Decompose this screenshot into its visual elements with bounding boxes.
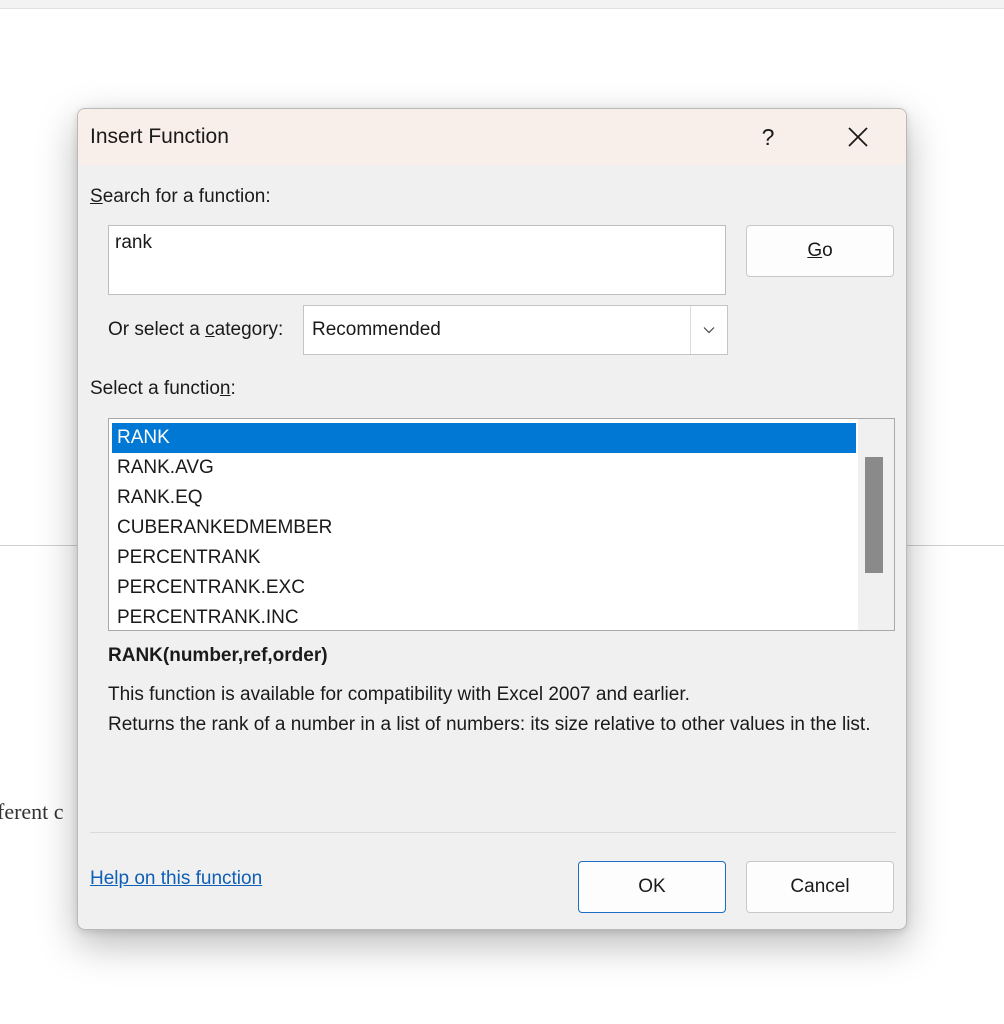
function-list-item-rank[interactable]: RANK — [112, 423, 856, 453]
function-description: This function is available for compatibi… — [108, 680, 888, 740]
close-button[interactable] — [828, 117, 888, 157]
dialog-title: Insert Function — [90, 125, 229, 148]
category-label: Or select a category: — [108, 319, 284, 340]
function-list-label: Select a function: — [90, 378, 236, 399]
function-list-scrollbar[interactable] — [858, 419, 894, 630]
search-field[interactable] — [108, 225, 726, 295]
help-button[interactable]: ? — [738, 117, 798, 157]
dialog-titlebar: Insert Function ? — [78, 109, 906, 165]
page: ferent c Insert Function ? Search for a … — [0, 0, 1004, 1024]
footer-divider — [90, 832, 896, 833]
category-dropdown-button[interactable] — [690, 306, 727, 354]
function-signature: RANK(number,ref,order) — [108, 645, 328, 666]
help-on-function-link[interactable]: Help on this function — [90, 868, 262, 890]
background-toolbar — [0, 0, 1004, 9]
ok-button[interactable]: OK — [578, 861, 726, 913]
scrollbar-thumb[interactable] — [865, 457, 883, 573]
search-input[interactable] — [115, 232, 715, 254]
go-button[interactable]: Go — [746, 225, 894, 277]
search-label: Search for a function: — [90, 186, 271, 207]
function-list-item-percentrank-inc[interactable]: PERCENTRANK.INC — [112, 603, 856, 630]
chevron-down-icon — [703, 327, 715, 334]
category-select[interactable]: Recommended — [303, 305, 728, 355]
function-list-item-rank-eq[interactable]: RANK.EQ — [112, 483, 856, 513]
cancel-button[interactable]: Cancel — [746, 861, 894, 913]
function-list-item-rank-avg[interactable]: RANK.AVG — [112, 453, 856, 483]
function-listbox[interactable]: RANK RANK.AVG RANK.EQ CUBERANKEDMEMBER P… — [108, 418, 895, 631]
description-compatibility-note: This function is available for compatibi… — [108, 684, 690, 705]
close-icon — [848, 127, 868, 147]
insert-function-dialog: Insert Function ? Search for a function:… — [77, 108, 907, 930]
function-list-item-percentrank-exc[interactable]: PERCENTRANK.EXC — [112, 573, 856, 603]
background-document-text: ferent c — [0, 799, 64, 824]
function-list-item-cuberankedmember[interactable]: CUBERANKEDMEMBER — [112, 513, 856, 543]
category-value: Recommended — [312, 319, 441, 340]
description-text: Returns the rank of a number in a list o… — [108, 714, 871, 735]
function-list-item-percentrank[interactable]: PERCENTRANK — [112, 543, 856, 573]
